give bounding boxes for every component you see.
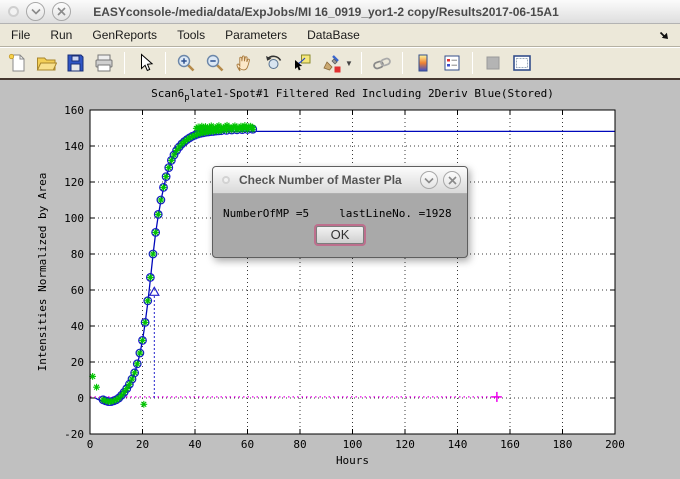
rotate-3d-button[interactable] [261, 51, 285, 75]
dialog-body: NumberOfMP =5 lastLineNo. =1928 OK [213, 194, 467, 244]
svg-text:120: 120 [64, 176, 84, 189]
svg-text:Scan6plate1-Spot#1 Filtered Re: Scan6plate1-Spot#1 Filtered Red Includin… [151, 87, 554, 103]
link-chain-icon [371, 52, 393, 74]
data-cursor-icon [291, 52, 313, 74]
colorbar-icon [412, 52, 434, 74]
svg-text:200: 200 [605, 438, 625, 451]
svg-text:140: 140 [448, 438, 468, 451]
dock-figure-button[interactable] [510, 51, 534, 75]
toolbar-separator [361, 52, 362, 74]
dialog-title: Check Number of Master Pla [239, 173, 415, 187]
window-title: EASYconsole-/media/data/ExpJobs/MI 16_09… [30, 5, 622, 19]
svg-text:20: 20 [136, 438, 149, 451]
toolbar: ▼ [0, 47, 680, 80]
svg-text:20: 20 [71, 356, 84, 369]
disabled-square-icon [482, 52, 504, 74]
svg-text:120: 120 [395, 438, 415, 451]
window-menu-icon[interactable] [8, 6, 19, 17]
open-file-button[interactable] [34, 51, 58, 75]
svg-text:Intensities Normalized by Area: Intensities Normalized by Area [36, 173, 49, 372]
print-icon [93, 52, 115, 74]
menu-genreports[interactable]: GenReports [83, 25, 166, 45]
brush-data-button[interactable] [319, 51, 343, 75]
toolbar-separator [402, 52, 403, 74]
main-window: EASYconsole-/media/data/ExpJobs/MI 16_09… [0, 0, 680, 479]
svg-text:160: 160 [500, 438, 520, 451]
save-button[interactable] [63, 51, 87, 75]
svg-text:80: 80 [71, 248, 84, 261]
print-button[interactable] [92, 51, 116, 75]
svg-text:-20: -20 [64, 428, 84, 441]
svg-text:160: 160 [64, 104, 84, 117]
brush-dropdown-arrow-icon[interactable]: ▼ [345, 59, 353, 68]
zoom-out-button[interactable] [203, 51, 227, 75]
chevron-down-icon [424, 177, 434, 184]
new-file-button[interactable] [5, 51, 29, 75]
inactive-tool-button [481, 51, 505, 75]
svg-text:40: 40 [71, 320, 84, 333]
brush-icon [320, 52, 342, 74]
pan-button[interactable] [232, 51, 256, 75]
menubar: File Run GenReports Tools Parameters Dat… [0, 24, 680, 47]
cursor-arrow-icon [134, 52, 156, 74]
svg-text:80: 80 [293, 438, 306, 451]
svg-text:100: 100 [64, 212, 84, 225]
svg-text:0: 0 [77, 392, 84, 405]
dialog-titlebar: Check Number of Master Pla [213, 167, 467, 194]
menu-run[interactable]: Run [41, 25, 81, 45]
dialog-menu-icon[interactable] [222, 176, 230, 184]
link-plot-button[interactable] [370, 51, 394, 75]
ok-button[interactable]: OK [316, 226, 364, 244]
toolbar-separator [165, 52, 166, 74]
dialog-shade-button[interactable] [420, 171, 438, 189]
edit-cursor-button[interactable] [133, 51, 157, 75]
zoom-in-icon [175, 52, 197, 74]
svg-text:40: 40 [188, 438, 201, 451]
svg-text:180: 180 [553, 438, 573, 451]
new-file-icon [6, 52, 28, 74]
svg-text:0: 0 [87, 438, 94, 451]
open-folder-icon [35, 52, 57, 74]
pan-hand-icon [233, 52, 255, 74]
zoom-out-icon [204, 52, 226, 74]
insert-legend-button[interactable] [440, 51, 464, 75]
window-titlebar: EASYconsole-/media/data/ExpJobs/MI 16_09… [0, 0, 680, 24]
close-icon [448, 176, 457, 185]
save-icon [64, 52, 86, 74]
svg-text:140: 140 [64, 140, 84, 153]
check-number-dialog: Check Number of Master Pla NumberOfMP =5… [212, 166, 468, 258]
svg-text:100: 100 [343, 438, 363, 451]
menu-tools[interactable]: Tools [168, 25, 214, 45]
number-of-mp-value: NumberOfMP =5 [223, 207, 309, 220]
toolbar-separator [472, 52, 473, 74]
svg-text:Hours: Hours [336, 454, 369, 467]
dock-window-icon [511, 52, 533, 74]
dialog-close-button[interactable] [443, 171, 461, 189]
toolbar-separator [124, 52, 125, 74]
svg-text:60: 60 [241, 438, 254, 451]
detach-arrow-icon[interactable] [658, 29, 670, 44]
last-line-no-value: lastLineNo. =1928 [339, 207, 452, 220]
plot-canvas[interactable]: 020406080100120140160180200-200204060801… [0, 80, 680, 479]
menu-file[interactable]: File [2, 25, 39, 45]
rotate-3d-icon [262, 52, 284, 74]
dialog-info-line: NumberOfMP =5 lastLineNo. =1928 [223, 207, 457, 220]
zoom-in-button[interactable] [174, 51, 198, 75]
menu-parameters[interactable]: Parameters [216, 25, 296, 45]
svg-text:60: 60 [71, 284, 84, 297]
insert-colorbar-button[interactable] [411, 51, 435, 75]
menu-database[interactable]: DataBase [298, 25, 369, 45]
legend-icon [441, 52, 463, 74]
figure-area: 020406080100120140160180200-200204060801… [0, 80, 680, 479]
data-cursor-button[interactable] [290, 51, 314, 75]
